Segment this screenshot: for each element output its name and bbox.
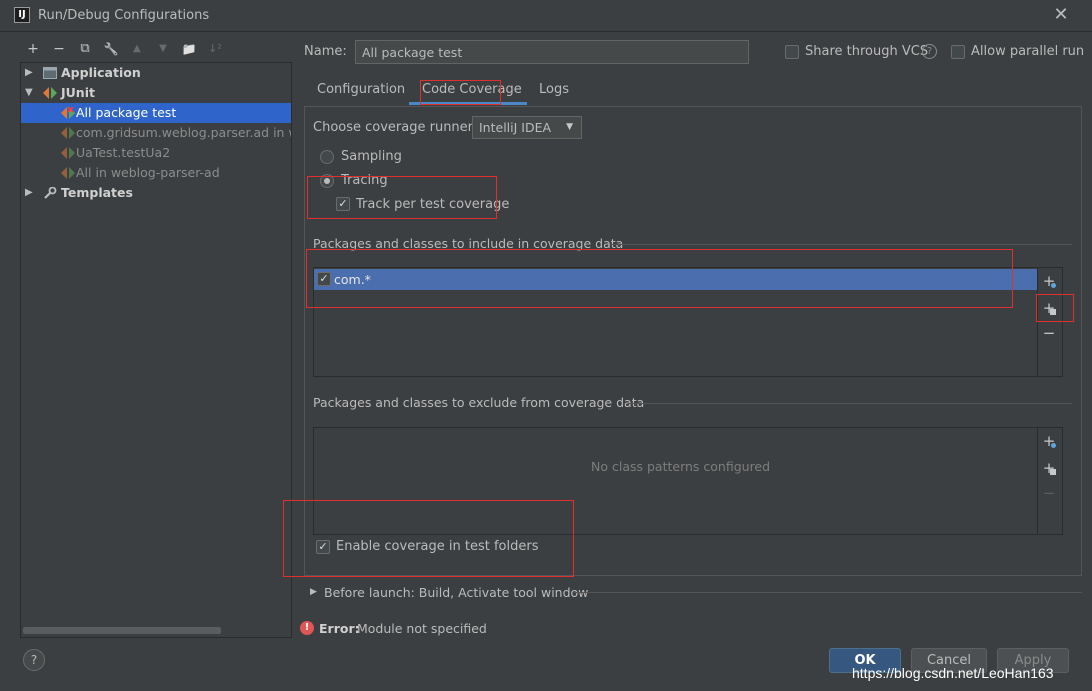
tab-logs[interactable]: Logs — [539, 82, 569, 104]
tree-item-uatest[interactable]: UaTest.testUa2 — [21, 143, 291, 163]
tree-item-label: All in weblog-parser-ad — [76, 165, 220, 180]
exclude-section-title: Packages and classes to exclude from cov… — [313, 395, 645, 410]
tree-item-application[interactable]: ▶ Application — [21, 63, 291, 83]
before-launch-label[interactable]: Before launch: Build, Activate tool wind… — [324, 585, 588, 600]
junit-icon — [43, 87, 57, 99]
error-title: Error: — [319, 621, 360, 636]
title-bar: IJ Run/Debug Configurations ✕ — [0, 0, 1092, 32]
tree-item-label: UaTest.testUa2 — [76, 145, 171, 160]
junit-config-icon — [61, 167, 75, 179]
add-class-icon[interactable]: + — [1041, 433, 1057, 449]
tree-item-label: Templates — [61, 185, 133, 200]
divider — [574, 592, 1082, 593]
configurations-tree[interactable]: ▶ Application ▼ JUnit All package test c… — [20, 62, 292, 638]
annotation-box — [1036, 294, 1074, 322]
junit-config-icon — [61, 147, 75, 159]
annotation-box — [283, 500, 574, 577]
tree-item-gridsum-parser[interactable]: com.gridsum.weblog.parser.ad in we — [21, 123, 291, 143]
expand-arrow-icon[interactable]: ▶ — [25, 183, 35, 203]
help-button[interactable]: ? — [23, 649, 45, 671]
junit-config-icon — [61, 127, 75, 139]
coverage-runner-label: Choose coverage runner: — [313, 120, 478, 135]
dropdown-arrow-icon: ▼ — [566, 122, 573, 132]
share-vcs-checkbox[interactable] — [785, 45, 799, 59]
tree-item-label: All package test — [76, 105, 177, 120]
annotation-box — [420, 80, 501, 105]
remove-pattern-icon: − — [1042, 484, 1056, 502]
tree-item-label: Application — [61, 65, 141, 80]
expand-arrow-icon[interactable]: ▶ — [310, 587, 317, 597]
close-icon[interactable]: ✕ — [1052, 5, 1070, 25]
annotation-box — [307, 176, 497, 219]
junit-config-error-icon — [61, 107, 75, 119]
error-message: Module not specified — [357, 621, 487, 636]
remove-configuration-button[interactable]: − — [50, 40, 68, 58]
help-icon[interactable]: ? — [922, 44, 937, 59]
horizontal-scrollbar[interactable] — [23, 627, 221, 634]
tree-item-templates[interactable]: ▶ Templates — [21, 183, 291, 203]
annotation-box — [306, 249, 1013, 308]
move-down-icon[interactable]: ▼ — [154, 40, 172, 58]
sampling-label: Sampling — [341, 149, 402, 164]
remove-pattern-icon[interactable]: − — [1041, 325, 1057, 341]
name-field[interactable] — [355, 40, 749, 64]
edit-defaults-wrench-icon[interactable]: 🔧 — [102, 40, 120, 58]
tree-item-all-in-weblog[interactable]: All in weblog-parser-ad — [21, 163, 291, 183]
error-icon: ! — [300, 621, 314, 635]
sampling-radio[interactable] — [320, 150, 334, 164]
share-vcs-label: Share through VCS — [805, 44, 929, 59]
create-folder-icon[interactable]: 📁 — [180, 40, 198, 58]
move-up-icon[interactable]: ▲ — [128, 40, 146, 58]
tree-item-all-package-test[interactable]: All package test — [21, 103, 291, 123]
sort-configurations-icon[interactable]: ↓² — [206, 40, 224, 58]
empty-list-text: No class patterns configured — [591, 459, 771, 474]
divider — [628, 403, 1072, 404]
application-icon — [43, 67, 57, 79]
add-class-icon[interactable]: + — [1041, 273, 1057, 289]
allow-parallel-run-label: Allow parallel run — [971, 44, 1085, 59]
expand-arrow-icon[interactable]: ▶ — [25, 63, 35, 83]
divider — [610, 244, 1072, 245]
tree-item-label: JUnit — [61, 85, 95, 100]
wrench-icon — [44, 187, 57, 199]
collapse-arrow-icon[interactable]: ▼ — [25, 83, 35, 103]
add-package-icon[interactable]: + — [1041, 460, 1057, 476]
allow-parallel-run-checkbox[interactable] — [951, 45, 965, 59]
add-configuration-button[interactable]: + — [24, 40, 42, 58]
copy-configuration-button[interactable]: ⧉ — [76, 40, 94, 58]
intellij-app-icon: IJ — [14, 7, 30, 23]
tree-item-label: com.gridsum.weblog.parser.ad in we — [76, 125, 291, 140]
tab-configuration[interactable]: Configuration — [317, 82, 405, 104]
tree-item-junit[interactable]: ▼ JUnit — [21, 83, 291, 103]
coverage-runner-value: IntelliJ IDEA — [479, 120, 552, 135]
coverage-runner-select[interactable]: IntelliJ IDEA ▼ — [472, 116, 582, 139]
name-label: Name: — [304, 44, 347, 59]
window-title: Run/Debug Configurations — [38, 8, 210, 23]
watermark-text: https://blog.csdn.net/LeoHan163 — [852, 665, 1054, 681]
